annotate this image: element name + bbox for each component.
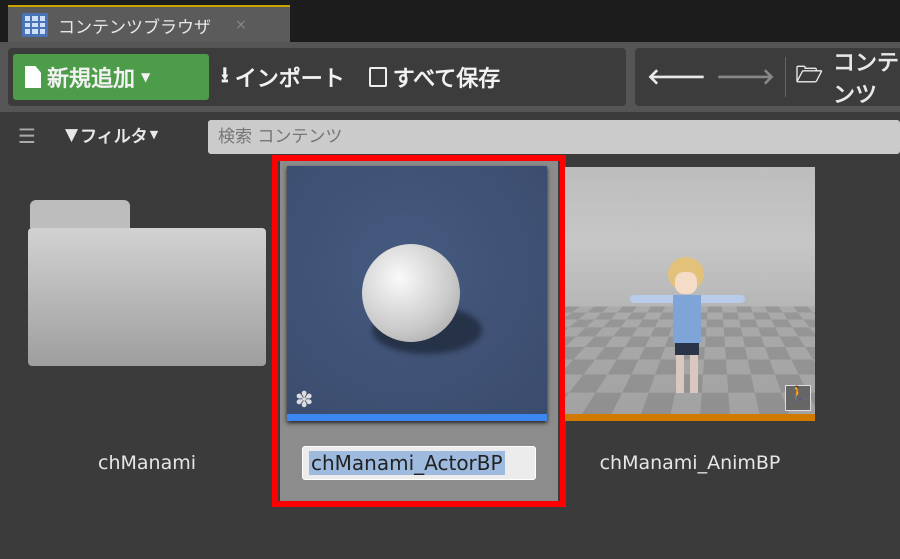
content-browser-icon bbox=[22, 13, 48, 37]
search-input[interactable] bbox=[208, 120, 900, 154]
anim-blueprint-thumbnail[interactable]: 🚶 bbox=[565, 167, 815, 421]
tab-content-browser[interactable]: コンテンツブラウザ × bbox=[8, 5, 290, 43]
import-button[interactable]: ⭳ インポート bbox=[209, 54, 357, 100]
blueprint-thumbnail[interactable]: ✽ bbox=[287, 166, 547, 421]
asset-label: chManami bbox=[98, 452, 196, 474]
asset-type-bar bbox=[287, 414, 547, 421]
animation-icon: 🚶 bbox=[785, 385, 811, 411]
folder-open-icon: 🗁 bbox=[795, 63, 823, 88]
sphere-preview bbox=[362, 244, 460, 342]
divider bbox=[785, 57, 786, 97]
new-file-icon bbox=[25, 66, 41, 88]
navigation-bar: 🡐 🡒 🗁 コンテンツ bbox=[635, 45, 900, 109]
sources-toggle-icon[interactable]: ☰ bbox=[18, 124, 36, 148]
rename-text: chManami_ActorBP bbox=[309, 451, 505, 475]
chevron-down-icon: ▼ bbox=[141, 70, 151, 84]
path-breadcrumb[interactable]: コンテンツ bbox=[833, 45, 900, 109]
blueprint-class-icon: ✽ bbox=[295, 388, 314, 413]
tab-title: コンテンツブラウザ bbox=[58, 17, 211, 38]
toolbar: 新規追加 ▼ ⭳ インポート すべて保存 bbox=[8, 48, 626, 106]
save-all-label: すべて保存 bbox=[392, 67, 501, 92]
asset-folder-chmanami[interactable] bbox=[28, 200, 266, 366]
save-all-button[interactable]: すべて保存 bbox=[357, 54, 513, 100]
add-new-label: 新規追加 bbox=[47, 67, 136, 92]
chevron-down-icon: ▼ bbox=[149, 128, 159, 141]
filter-label: フィルタ bbox=[80, 127, 148, 147]
import-label: インポート bbox=[234, 67, 345, 92]
save-icon bbox=[368, 67, 387, 87]
filter-icon: ▼ bbox=[65, 124, 79, 145]
filter-button[interactable]: ▼ フィルタ ▼ bbox=[65, 122, 159, 148]
rename-input[interactable]: chManami_ActorBP bbox=[302, 446, 536, 480]
forward-arrow-icon[interactable]: 🡒 bbox=[716, 64, 775, 90]
close-icon[interactable]: × bbox=[235, 17, 247, 33]
folder-icon bbox=[30, 200, 130, 228]
asset-type-bar bbox=[565, 414, 815, 421]
asset-label: chManami_AnimBP bbox=[599, 452, 781, 474]
back-arrow-icon[interactable]: 🡐 bbox=[647, 64, 706, 90]
download-icon: ⭳ bbox=[221, 63, 229, 88]
add-new-button[interactable]: 新規追加 ▼ bbox=[13, 54, 209, 100]
